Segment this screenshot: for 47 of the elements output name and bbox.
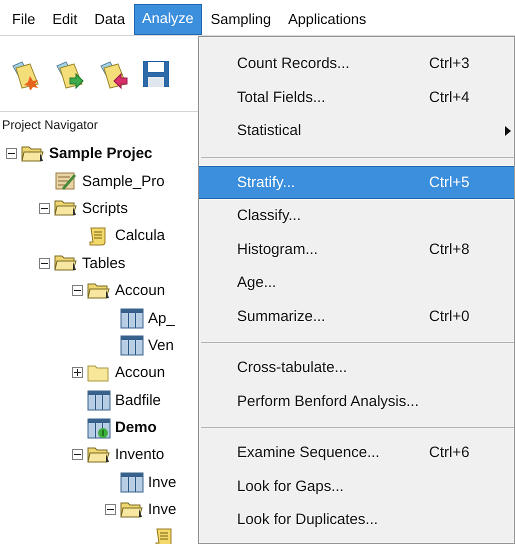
notes-icon [54, 170, 78, 192]
collapse-icon[interactable] [39, 202, 50, 214]
tree-item[interactable]: Sample_Pro [82, 172, 165, 190]
menu-title[interactable]: Edit [44, 8, 86, 35]
tree-item[interactable]: Ap_ [148, 310, 175, 327]
menu-item[interactable]: Perform Benford Analysis... [199, 384, 514, 418]
table-icon [87, 416, 111, 439]
menu-item[interactable]: Examine Sequence... Ctrl+6 [199, 436, 514, 470]
tree-item[interactable]: Badfile [115, 392, 161, 409]
collapse-icon[interactable] [105, 504, 116, 516]
menu-item[interactable]: Age... [199, 266, 514, 300]
tree-item[interactable]: Calcula [115, 227, 166, 244]
table-icon [87, 389, 111, 412]
tree-item[interactable]: Accoun [115, 282, 166, 300]
menu-item[interactable]: Cross-tabulate... [199, 351, 514, 384]
collapse-icon[interactable] [72, 285, 83, 296]
tree-item[interactable]: Tables [82, 254, 126, 272]
expand-icon[interactable] [72, 367, 83, 378]
tree-item[interactable]: Inve [148, 474, 176, 491]
menu-title[interactable]: File [4, 8, 44, 35]
menu-item[interactable]: Summarize... Ctrl+0 [199, 300, 514, 333]
menu-item[interactable]: Classify... [199, 199, 514, 232]
tree-item[interactable]: Accoun [115, 364, 166, 382]
tree-item[interactable]: Demo [115, 419, 157, 436]
menu-title[interactable]: Sampling [202, 8, 280, 35]
table-icon [120, 334, 144, 356]
menu-item[interactable]: Statistical [199, 114, 514, 148]
collapse-icon[interactable] [6, 148, 17, 160]
collapse-icon[interactable] [72, 449, 83, 460]
menu-item[interactable]: Histogram... Ctrl+8 [199, 232, 514, 266]
tree-item[interactable]: Ven [148, 336, 174, 354]
tree-item[interactable]: Inve [148, 501, 176, 518]
menu-title[interactable]: Applications [280, 8, 374, 35]
menu-item[interactable]: Look for Duplicates... [199, 503, 514, 536]
save-icon [142, 60, 170, 88]
table-icon [120, 471, 144, 494]
tree-item[interactable]: Invento [115, 446, 164, 464]
menu-title[interactable]: Data [86, 8, 134, 35]
menu-item[interactable]: Count Records... Ctrl+3 [199, 47, 514, 80]
submenu-arrow-icon [505, 126, 511, 136]
menu-item[interactable]: Total Fields... Ctrl+4 [199, 80, 514, 114]
table-icon [120, 307, 144, 330]
panel-title: Project Navigator [1, 118, 99, 134]
tree-item[interactable]: Scripts [82, 200, 128, 217]
tree-item[interactable]: Sample Projec [49, 145, 152, 162]
menu-item[interactable]: Look for Gaps... [199, 470, 514, 503]
collapse-icon[interactable] [39, 258, 50, 269]
